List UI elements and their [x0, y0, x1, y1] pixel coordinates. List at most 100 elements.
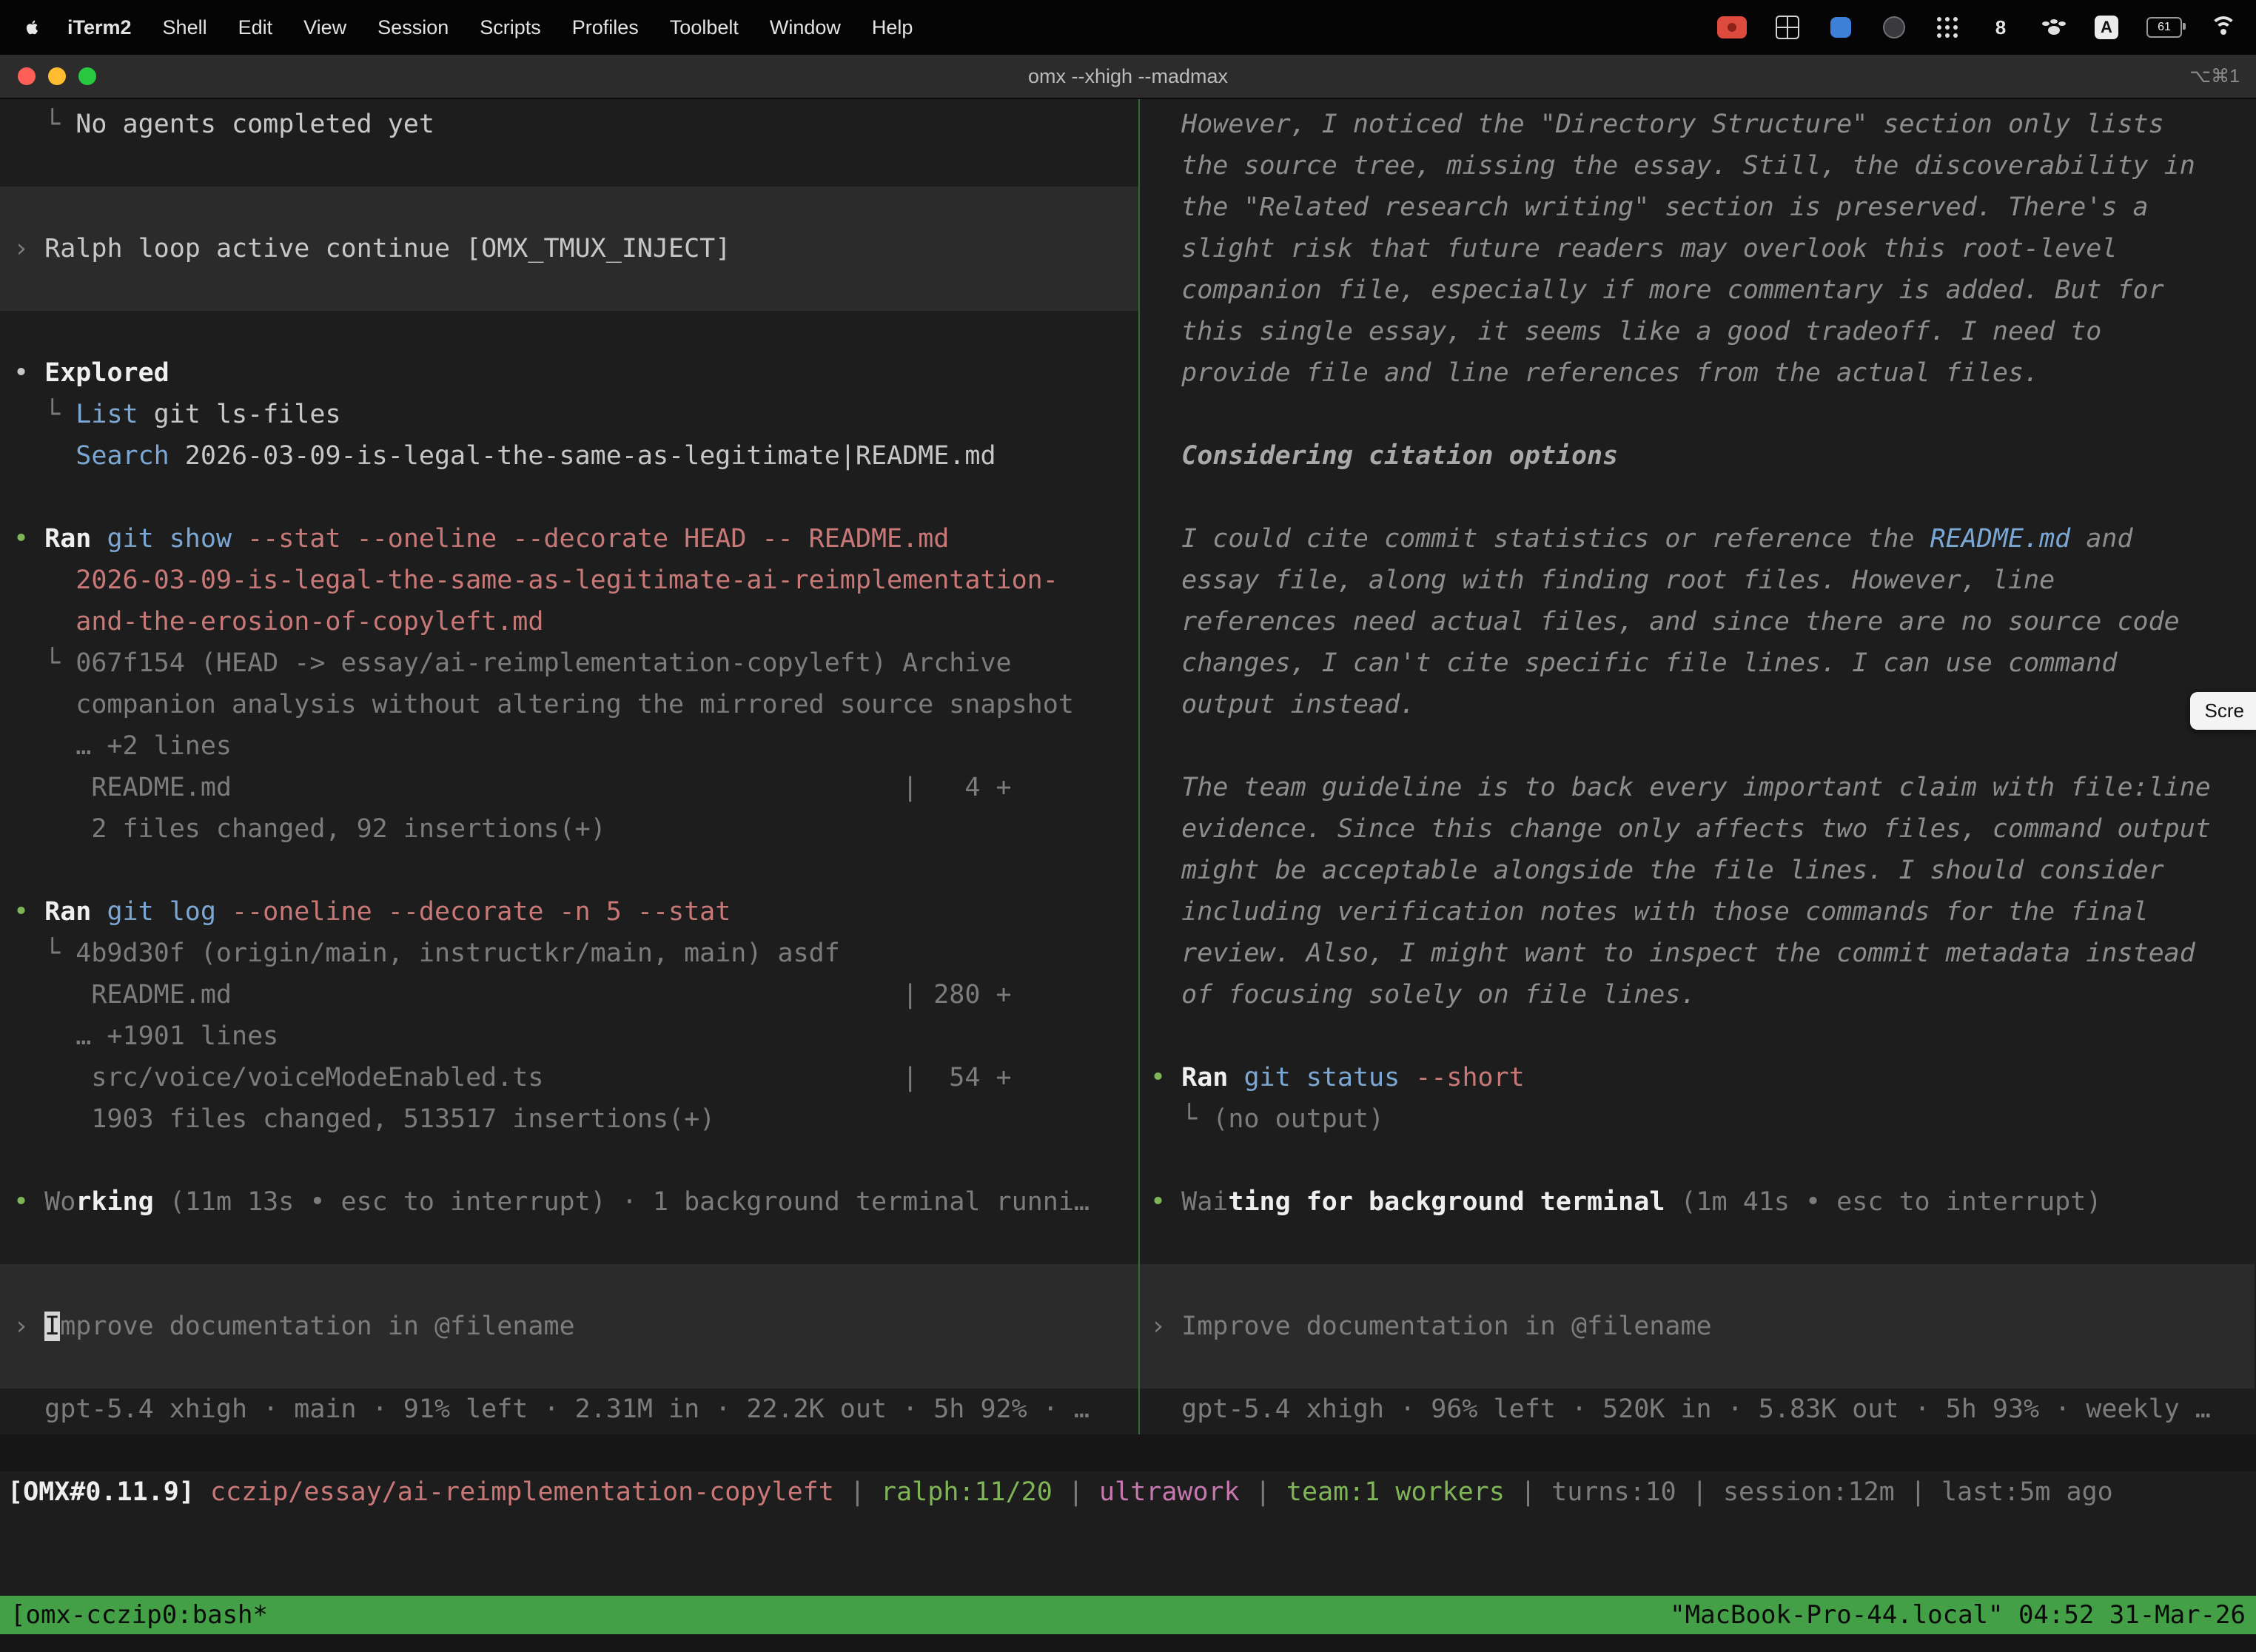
- terminal-line: [0, 311, 1138, 352]
- dots-grid-icon[interactable]: [1935, 15, 1960, 40]
- terminal-line: › Improve documentation in @filename: [0, 1306, 1138, 1347]
- text-segment: output instead.: [1150, 690, 1415, 719]
- tmux-host-clock-label: "MacBook-Pro-44.local" 04:52 31-Mar-26: [1670, 1600, 2246, 1630]
- text-segment: git status: [1228, 1063, 1400, 1092]
- prompt-input[interactable]: › Improve documentation in @filename: [1140, 1264, 2255, 1389]
- terminal-line: this single essay, it seems like a good …: [1140, 311, 2255, 352]
- terminal-line: review. Also, I might want to inspect th…: [1140, 933, 2255, 974]
- terminal-line: changes, I can't cite specific file line…: [1140, 642, 2255, 684]
- menu-view[interactable]: View: [288, 16, 362, 38]
- text-segment: --oneline --decorate -n 5 --stat: [216, 897, 731, 927]
- prompt-input[interactable]: › Improve documentation in @filename: [0, 1264, 1138, 1389]
- text-segment: The team guideline is to back every impo…: [1150, 773, 2211, 802]
- window-shortcut-label: ⌥⌘1: [2189, 65, 2256, 87]
- terminal-line: companion file, especially if more comme…: [1140, 269, 2255, 311]
- text-segment: git ls-files: [138, 400, 341, 429]
- right-pane[interactable]: However, I noticed the "Directory Struct…: [1140, 99, 2255, 1434]
- left-pane[interactable]: └ No agents completed yet › Ralph loop ac…: [0, 99, 1138, 1434]
- text-segment: changes, I can't cite specific file line…: [1150, 648, 2117, 678]
- text-segment: └ 067f154 (HEAD -> essay/ai-reimplementa…: [13, 648, 1012, 678]
- menu-window[interactable]: Window: [754, 16, 856, 38]
- menu-scripts[interactable]: Scripts: [464, 16, 557, 38]
- input-source-icon[interactable]: A: [2095, 16, 2118, 39]
- text-segment: --short: [1400, 1063, 1525, 1092]
- menu-toolbelt[interactable]: Toolbelt: [654, 16, 754, 38]
- text-segment: |: [834, 1477, 881, 1507]
- minimize-button[interactable]: [48, 67, 66, 85]
- text-segment: [OMX_TMUX_INJECT]: [466, 234, 731, 263]
- text-segment: [13, 441, 75, 471]
- text-segment: Ran: [44, 524, 91, 554]
- text-segment: (11m 13s • esc to interrupt) · 1 backgro…: [154, 1187, 1090, 1217]
- text-segment: gpt-5.4 xhigh · main · 91% left · 2.31M …: [13, 1394, 1090, 1424]
- menu-profiles[interactable]: Profiles: [557, 16, 654, 38]
- text-segment: Ralph loop active continue: [44, 234, 466, 263]
- text-segment: turns:10: [1551, 1477, 1676, 1507]
- terminal-line: › Improve documentation in @filename: [1140, 1306, 2255, 1347]
- text-segment: Search: [75, 441, 169, 471]
- zoom-button[interactable]: [78, 67, 96, 85]
- apple-logo-icon[interactable]: [19, 15, 44, 40]
- text-segment: 2026-03-09-is-legal-the-same-as-legitima…: [169, 441, 996, 471]
- text-segment: review. Also, I might want to inspect th…: [1150, 939, 2195, 968]
- terminal-line: └ List git ls-files: [0, 394, 1138, 435]
- terminal-line: evidence. Since this change only affects…: [1140, 808, 2255, 850]
- menubar-status-icons: 8 A 61: [1717, 15, 2237, 40]
- terminal-line: • Ran git status --short: [1140, 1057, 2255, 1098]
- text-segment: might be acceptable alongside the file l…: [1150, 856, 2164, 885]
- terminal-line: might be acceptable alongside the file l…: [1140, 850, 2255, 891]
- close-button[interactable]: [18, 67, 36, 85]
- terminal-line: slight risk that future readers may over…: [1140, 228, 2255, 269]
- text-segment: README.md: [1930, 524, 2071, 554]
- text-segment: cczip/essay/ai-reimplementation-copyleft: [210, 1477, 834, 1507]
- text-segment: evidence. Since this change only affects…: [1150, 814, 2211, 844]
- blue-app-icon[interactable]: [1828, 15, 1853, 40]
- tmux-session-label: [omx-cczip0:bash*: [10, 1600, 268, 1630]
- text-segment: ralph:11/20: [881, 1477, 1053, 1507]
- terminal-line: • Ran git log --oneline --decorate -n 5 …: [0, 891, 1138, 933]
- terminal-line: … +1901 lines: [0, 1015, 1138, 1057]
- wifi-icon[interactable]: [2210, 16, 2237, 38]
- menu-help[interactable]: Help: [856, 16, 929, 38]
- text-segment: Considering citation options: [1150, 441, 1618, 471]
- text-segment: However, I noticed the "Directory Struct…: [1150, 110, 2164, 139]
- terminal-line: essay file, along with finding root file…: [1140, 560, 2255, 601]
- text-segment: mprove documentation in @filename: [60, 1312, 574, 1341]
- menu-session[interactable]: Session: [362, 16, 464, 38]
- screen-bottom-gap: [0, 1634, 2256, 1652]
- window-titlebar: omx --xhigh --madmax ⌥⌘1: [0, 55, 2256, 99]
- text-segment: |: [1895, 1477, 1941, 1507]
- text-segment: No agents completed yet: [75, 110, 434, 139]
- text-segment: 1903 files changed, 513517 insertions(+): [13, 1104, 715, 1134]
- screen-recording-indicator-icon[interactable]: [1717, 16, 1747, 38]
- terminal-line: [1140, 1015, 2255, 1057]
- text-segment: Wo: [44, 1187, 75, 1217]
- terminal-line: gpt-5.4 xhigh · 96% left · 520K in · 5.8…: [1140, 1389, 2255, 1430]
- text-segment: the source tree, missing the essay. Stil…: [1150, 151, 2195, 181]
- terminal-line: README.md | 4 +: [0, 767, 1138, 808]
- terminal-line: src/voice/voiceModeEnabled.ts | 54 +: [0, 1057, 1138, 1098]
- text-segment: •: [13, 897, 44, 927]
- window-manager-icon[interactable]: [1775, 15, 1800, 40]
- text-segment: List: [75, 400, 138, 429]
- paw-icon[interactable]: [2041, 15, 2067, 40]
- ralph-loop-banner: › Ralph loop active continue [OMX_TMUX_I…: [0, 187, 1138, 311]
- screen-overlay-button[interactable]: Scre: [2190, 692, 2256, 730]
- text-segment: 2026-03-09-is-legal-the-same-as-legitima…: [13, 565, 1058, 595]
- text-segment: this single essay, it seems like a good …: [1150, 317, 2101, 346]
- text-segment: and-the-erosion-of-copyleft.md: [13, 607, 543, 637]
- text-segment: including verification notes with those …: [1150, 897, 2149, 927]
- text-segment: Wai: [1181, 1187, 1228, 1217]
- numeric-key-icon[interactable]: 8: [1988, 15, 2013, 40]
- menu-edit[interactable]: Edit: [223, 16, 289, 38]
- text-segment: the "Related research writing" section i…: [1150, 192, 2149, 222]
- terminal-cursor: I: [44, 1312, 60, 1341]
- text-segment: └: [13, 110, 75, 139]
- menu-iterm2[interactable]: iTerm2: [52, 16, 147, 38]
- menu-shell[interactable]: Shell: [147, 16, 223, 38]
- text-segment: --stat --oneline --decorate HEAD -- READ…: [232, 524, 949, 554]
- battery-icon[interactable]: 61: [2146, 17, 2182, 38]
- terminal-line: 2 files changed, 92 insertions(+): [0, 808, 1138, 850]
- text-segment: README.md | 4 +: [13, 773, 1012, 802]
- dark-app-icon[interactable]: [1881, 15, 1907, 40]
